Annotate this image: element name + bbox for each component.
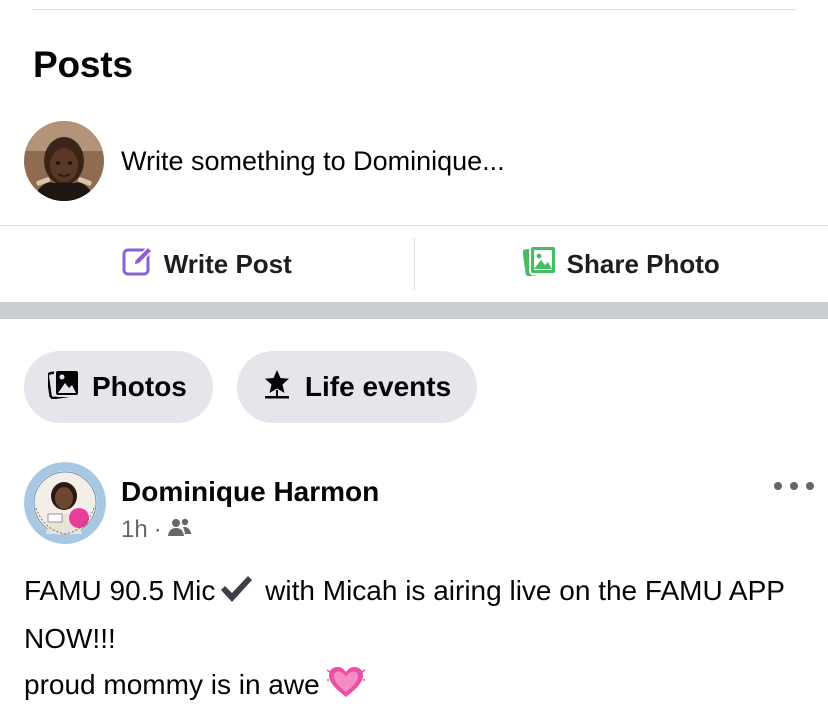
post-text-part: FAMU 90.5 Mic: [24, 575, 216, 606]
edit-icon: [122, 245, 154, 284]
top-divider: [32, 9, 796, 10]
friends-icon[interactable]: [167, 516, 192, 544]
star-flag-icon: [261, 368, 293, 407]
filter-chips: Photos Life events: [24, 351, 478, 423]
post-text-line: proud mommy is in awe: [24, 663, 814, 707]
post-header: Dominique Harmon 1h ·: [24, 462, 814, 546]
life-events-chip[interactable]: Life events: [236, 351, 478, 423]
photo-icon: [522, 244, 557, 284]
composer-actions: Write Post Share Photo: [0, 226, 828, 302]
life-events-chip-label: Life events: [304, 371, 452, 402]
write-post-button[interactable]: Write Post: [0, 226, 414, 302]
share-photo-button[interactable]: Share Photo: [415, 226, 828, 302]
heart-emoji: [326, 664, 366, 707]
post-author-name[interactable]: Dominique Harmon: [121, 476, 379, 508]
composer-prompt[interactable]: Write something to Dominique...: [121, 146, 505, 177]
user-avatar[interactable]: [24, 121, 104, 201]
post-timestamp[interactable]: 1h: [121, 516, 148, 544]
post-composer[interactable]: Write something to Dominique...: [24, 121, 804, 201]
meta-separator: ·: [153, 516, 162, 543]
photos-chip-label: Photos: [92, 371, 187, 402]
photos-chip[interactable]: Photos: [24, 351, 213, 423]
photos-icon: [46, 368, 80, 406]
post-body: FAMU 90.5 Mic with Micah is airing live …: [24, 569, 814, 707]
post-meta: 1h ·: [121, 516, 192, 544]
author-avatar[interactable]: [24, 462, 106, 544]
share-photo-label: Share Photo: [566, 248, 720, 279]
check-mark-emoji: [219, 573, 253, 617]
post-text-part: proud mommy is in awe: [24, 669, 320, 700]
section-separator: [0, 302, 828, 319]
more-options-icon[interactable]: [774, 476, 814, 496]
posts-heading: Posts: [33, 44, 133, 85]
write-post-label: Write Post: [163, 248, 292, 279]
post-text-line: FAMU 90.5 Mic with Micah is airing live …: [24, 569, 814, 661]
